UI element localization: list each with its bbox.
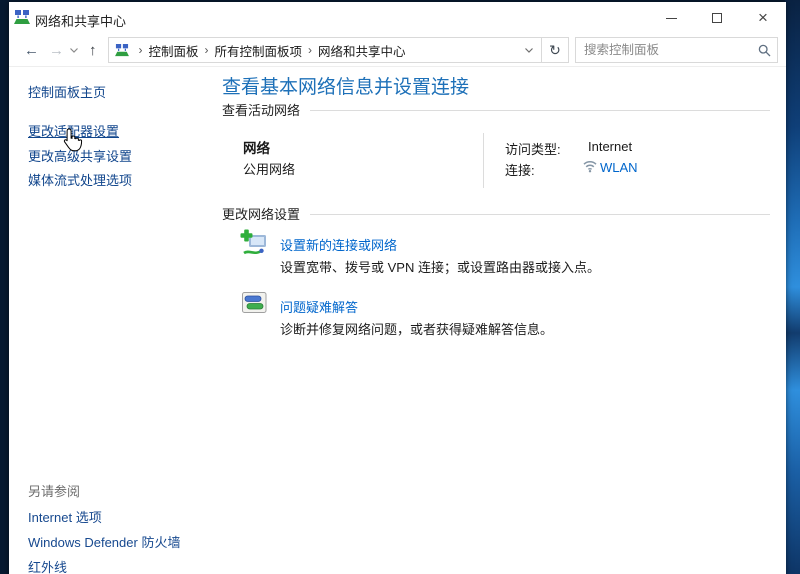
divider <box>483 133 484 188</box>
network-type: 公用网络 <box>243 159 295 178</box>
change-network-settings-section-header: 更改网络设置 <box>222 204 770 223</box>
network-name: 网络 <box>243 137 270 157</box>
cursor-pointer <box>62 128 83 156</box>
sidebar-item-internet-options[interactable]: Internet 选项 <box>28 507 102 526</box>
search-icon[interactable] <box>758 44 771 57</box>
navigation-toolbar: ← → ↑ › 控制面板 › 所有控制面板项 › 网络和共享 <box>9 34 786 67</box>
troubleshoot-problems-desc: 诊断并修复网络问题，或者获得疑难解答信息。 <box>280 319 553 338</box>
sidebar-item-control-panel-home[interactable]: 控制面板主页 <box>28 82 106 101</box>
breadcrumb-separator: › <box>199 43 215 57</box>
active-networks-title: 查看活动网络 <box>222 100 300 119</box>
window-controls: × <box>648 2 786 34</box>
change-network-settings-title: 更改网络设置 <box>222 204 300 223</box>
divider <box>310 214 770 215</box>
sidebar-item-infrared[interactable]: 红外线 <box>28 557 67 574</box>
network-sharing-center-window: 网络和共享中心 × ← → ↑ <box>9 2 786 574</box>
breadcrumb-all-items[interactable]: 所有控制面板项 <box>215 41 303 60</box>
close-button[interactable]: × <box>740 2 786 34</box>
troubleshoot-icon <box>242 292 267 318</box>
page-title: 查看基本网络信息并设置连接 <box>222 72 469 99</box>
breadcrumb-control-panel[interactable]: 控制面板 <box>149 41 199 60</box>
active-networks-section-header: 查看活动网络 <box>222 100 770 119</box>
title-bar[interactable]: 网络和共享中心 × <box>9 2 786 34</box>
search-input[interactable] <box>584 43 758 57</box>
wifi-icon <box>583 160 597 176</box>
recent-pages-dropdown[interactable] <box>69 48 82 53</box>
maximize-icon <box>712 13 722 23</box>
connection-label: 连接: <box>505 160 535 179</box>
see-also-header: 另请参阅 <box>28 481 80 500</box>
forward-button[interactable]: → <box>44 43 69 58</box>
chevron-down-icon <box>70 48 78 53</box>
search-box[interactable] <box>575 37 778 63</box>
desktop-wallpaper <box>785 0 800 574</box>
access-type-value: Internet <box>588 139 632 154</box>
up-button[interactable]: ↑ <box>82 43 104 58</box>
new-connection-icon <box>240 229 268 262</box>
window-title: 网络和共享中心 <box>35 11 126 30</box>
sidebar-item-media-streaming-options[interactable]: 媒体流式处理选项 <box>28 170 132 189</box>
network-icon <box>14 10 30 28</box>
access-type-label: 访问类型: <box>505 139 561 158</box>
divider <box>310 110 770 111</box>
breadcrumb-separator: › <box>133 43 149 57</box>
minimize-icon <box>666 18 677 19</box>
sidebar-item-windows-defender-firewall[interactable]: Windows Defender 防火墙 <box>28 532 180 551</box>
address-dropdown[interactable] <box>521 48 537 53</box>
address-bar[interactable]: › 控制面板 › 所有控制面板项 › 网络和共享中心 <box>108 37 543 63</box>
refresh-button[interactable]: ↻ <box>542 37 569 63</box>
wlan-connection-link[interactable]: WLAN <box>600 160 638 175</box>
maximize-button[interactable] <box>694 2 740 34</box>
chevron-down-icon <box>525 48 533 53</box>
network-icon <box>115 44 129 57</box>
troubleshoot-problems-link[interactable]: 问题疑难解答 <box>280 297 358 316</box>
minimize-button[interactable] <box>648 2 694 34</box>
breadcrumb-separator: › <box>302 43 318 57</box>
back-button[interactable]: ← <box>19 43 44 58</box>
breadcrumb-network-sharing-center[interactable]: 网络和共享中心 <box>318 41 406 60</box>
setup-new-connection-desc: 设置宽带、拨号或 VPN 连接；或设置路由器或接入点。 <box>280 257 600 276</box>
setup-new-connection-link[interactable]: 设置新的连接或网络 <box>280 235 397 254</box>
